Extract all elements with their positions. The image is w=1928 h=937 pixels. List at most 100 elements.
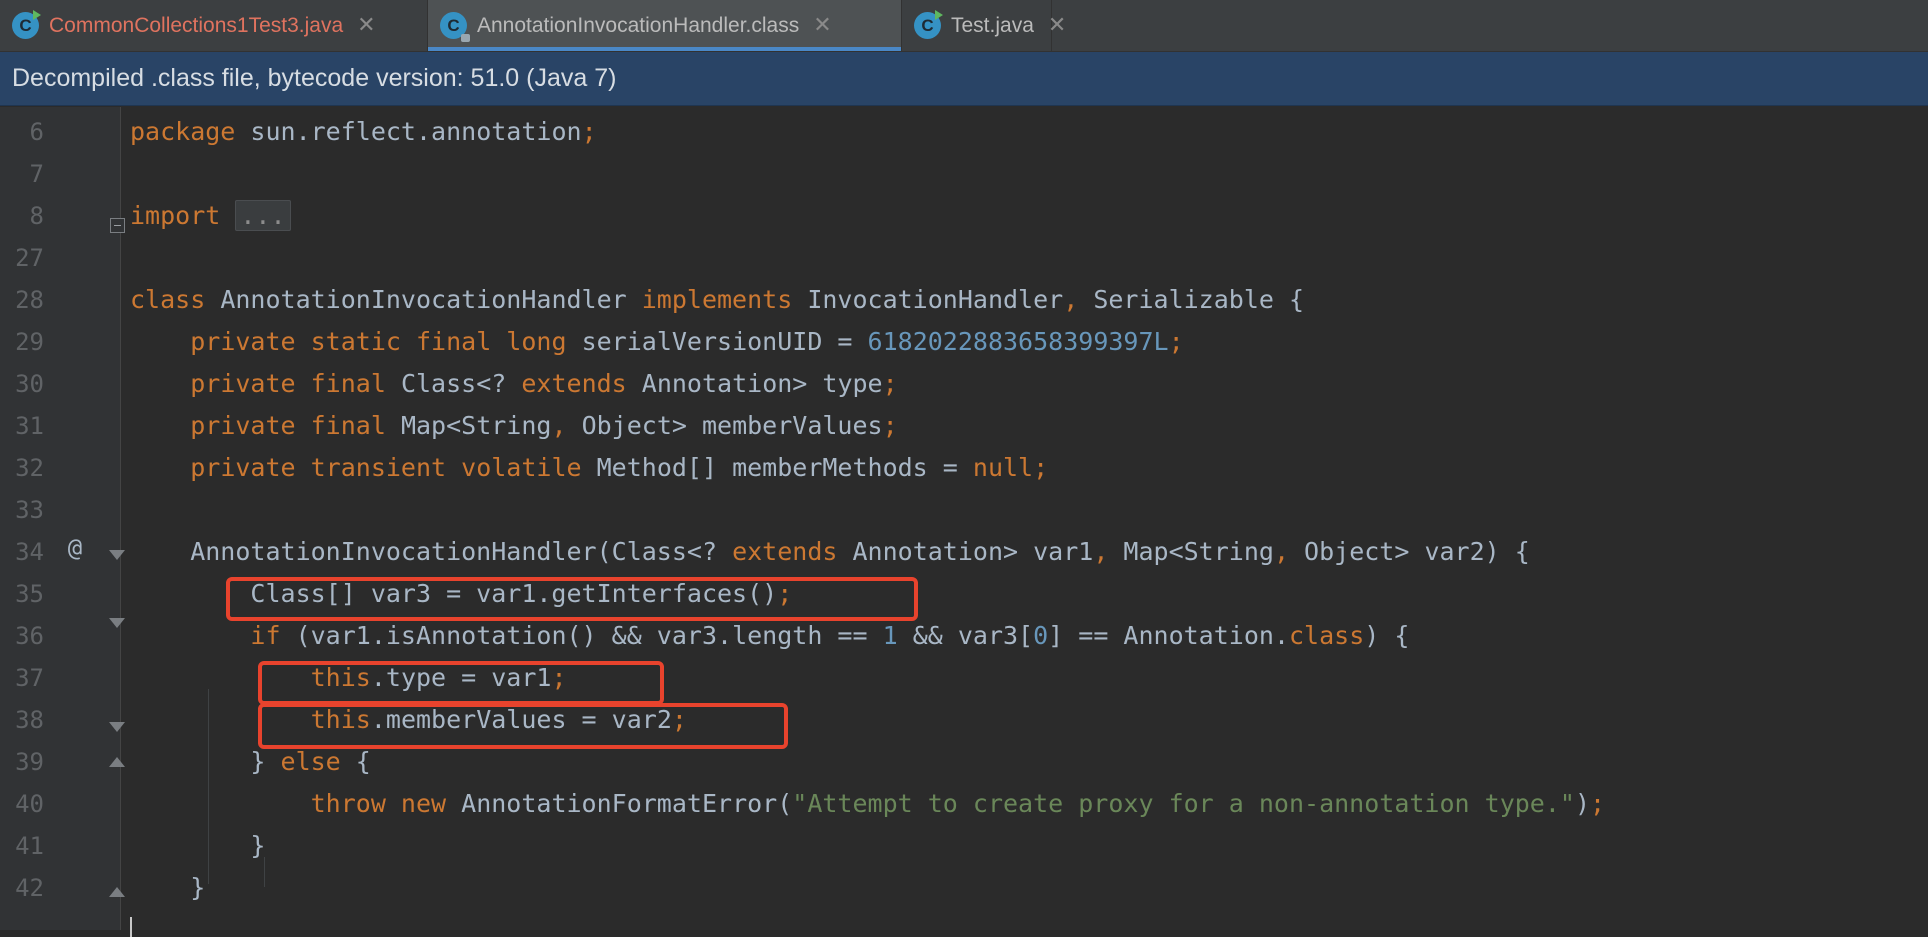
line-number: 7 <box>29 160 44 188</box>
code-text: AnnotationInvocationHandler(Class<? exte… <box>130 531 1530 573</box>
code-text: package sun.reflect.annotation; <box>130 111 597 153</box>
code-token: Class[] var3 = var1.getInterfaces() <box>130 579 778 608</box>
line-number: 27 <box>15 244 44 272</box>
code-token: ; <box>671 705 687 734</box>
code-line[interactable]: 37 this.type = var1; <box>0 657 1928 699</box>
code-token: AnnotationFormatError( <box>461 789 793 818</box>
code-token: this <box>310 663 371 692</box>
code-line[interactable]: 28 class AnnotationInvocationHandler impl… <box>0 279 1928 321</box>
code-token: , <box>1093 537 1124 566</box>
code-line[interactable]: 40 throw new AnnotationFormatError("Atte… <box>0 783 1928 825</box>
line-number: 28 <box>15 286 44 314</box>
code-token: ; <box>777 579 793 608</box>
code-token: { <box>355 747 371 776</box>
code-token: private static final long <box>190 327 582 356</box>
code-token: .memberValues = var2 <box>370 705 672 734</box>
code-token: } <box>130 873 206 902</box>
line-number: 36 <box>15 622 44 650</box>
code-token: throw new <box>310 789 462 818</box>
code-token: Serializable { <box>1093 285 1305 314</box>
code-token: "Attempt to create proxy for a non-annot… <box>792 789 1575 818</box>
line-number: 32 <box>15 454 44 482</box>
code-line[interactable]: 6 package sun.reflect.annotation; <box>0 111 1928 153</box>
code-line[interactable]: 33 <box>0 489 1928 531</box>
folded-imports[interactable]: ... <box>235 200 291 231</box>
code-line[interactable]: 30 private final Class<? extends Annotat… <box>0 363 1928 405</box>
tab-annotationinvocationhandler[interactable]: C AnnotationInvocationHandler.class ✕ <box>428 0 902 51</box>
code-token: ; <box>882 411 898 440</box>
code-token: 1 <box>882 621 898 650</box>
code-line[interactable]: 27 <box>0 237 1928 279</box>
code-token: Class<? <box>400 369 522 398</box>
code-token: private transient volatile <box>190 453 597 482</box>
code-token: InvocationHandler <box>807 285 1064 314</box>
code-token: 0 <box>1033 621 1049 650</box>
code-line[interactable]: 34 AnnotationInvocationHandler(Class<? e… <box>0 531 1928 573</box>
editor-tab-bar: C CommonCollections1Test3.java ✕ C Annot… <box>0 0 1928 52</box>
decompiled-banner: Decompiled .class file, bytecode version… <box>0 52 1928 106</box>
tab-commoncollections1test3[interactable]: C CommonCollections1Test3.java ✕ <box>0 0 428 51</box>
line-number: 42 <box>15 874 44 902</box>
code-line[interactable]: 35 Class[] var3 = var1.getInterfaces(); <box>0 573 1928 615</box>
code-token: ; <box>551 663 567 692</box>
code-text: Class[] var3 = var1.getInterfaces(); <box>130 573 792 615</box>
code-token: , <box>1063 285 1094 314</box>
close-icon[interactable]: ✕ <box>1048 13 1066 38</box>
line-number: 31 <box>15 412 44 440</box>
code-line[interactable]: 8 import ... <box>0 195 1928 237</box>
code-token: } <box>130 831 266 860</box>
code-token: Annotation> type <box>641 369 883 398</box>
code-token: , <box>1273 537 1305 566</box>
line-number: 29 <box>15 328 44 356</box>
close-icon[interactable]: ✕ <box>813 13 831 38</box>
code-text: } <box>130 825 265 867</box>
code-token: class <box>130 285 221 314</box>
code-token: ; <box>581 117 597 146</box>
code-text: throw new AnnotationFormatError("Attempt… <box>130 783 1605 825</box>
code-text: if (var1.isAnnotation() && var3.length =… <box>130 615 1409 657</box>
code-token: } <box>130 747 281 776</box>
line-number: 38 <box>15 706 44 734</box>
tab-test[interactable]: C Test.java ✕ <box>902 0 1066 51</box>
line-number: 39 <box>15 748 44 776</box>
code-token: 6182022883658399397L <box>867 327 1169 356</box>
code-token: ; <box>1168 327 1184 356</box>
code-line[interactable]: 39 } else { <box>0 741 1928 783</box>
code-line[interactable]: 32 private transient volatile Method[] m… <box>0 447 1928 489</box>
code-token: else <box>280 747 356 776</box>
code-token: extends <box>732 537 853 566</box>
line-number: 6 <box>29 118 44 146</box>
code-token: AnnotationInvocationHandler <box>220 285 642 314</box>
close-icon[interactable]: ✕ <box>357 13 375 38</box>
line-number: 8 <box>29 202 44 230</box>
code-line[interactable]: 42 } <box>0 867 1928 909</box>
code-text: } <box>130 867 205 909</box>
code-line[interactable]: 29 private static final long serialVersi… <box>0 321 1928 363</box>
code-token: ; <box>1590 789 1606 818</box>
line-number: 30 <box>15 370 44 398</box>
code-line[interactable]: 41 } <box>0 825 1928 867</box>
code-token: extends <box>521 369 642 398</box>
line-number: 41 <box>15 832 44 860</box>
code-token: Method[] memberMethods = <box>596 453 973 482</box>
tab-label: AnnotationInvocationHandler.class <box>477 13 800 37</box>
line-number: 37 <box>15 664 44 692</box>
code-line[interactable]: 36 if (var1.isAnnotation() && var3.lengt… <box>0 615 1928 657</box>
code-editor[interactable]: @ 6 package sun.reflect.annotation; 7 8 impo… <box>0 107 1928 937</box>
code-line[interactable]: 38 this.memberValues = var2; <box>0 699 1928 741</box>
code-token: import <box>130 201 236 230</box>
code-token: ; <box>882 369 898 398</box>
code-token: , <box>551 411 582 440</box>
code-token: Annotation> var1 <box>852 537 1094 566</box>
code-text: } else { <box>130 741 371 783</box>
code-line[interactable]: 31 private final Map<String, Object> mem… <box>0 405 1928 447</box>
code-text: this.memberValues = var2; <box>130 699 687 741</box>
code-line[interactable]: 7 <box>0 153 1928 195</box>
code-token: private final <box>190 411 401 440</box>
text-caret <box>130 917 132 937</box>
tab-label: CommonCollections1Test3.java <box>49 13 344 37</box>
